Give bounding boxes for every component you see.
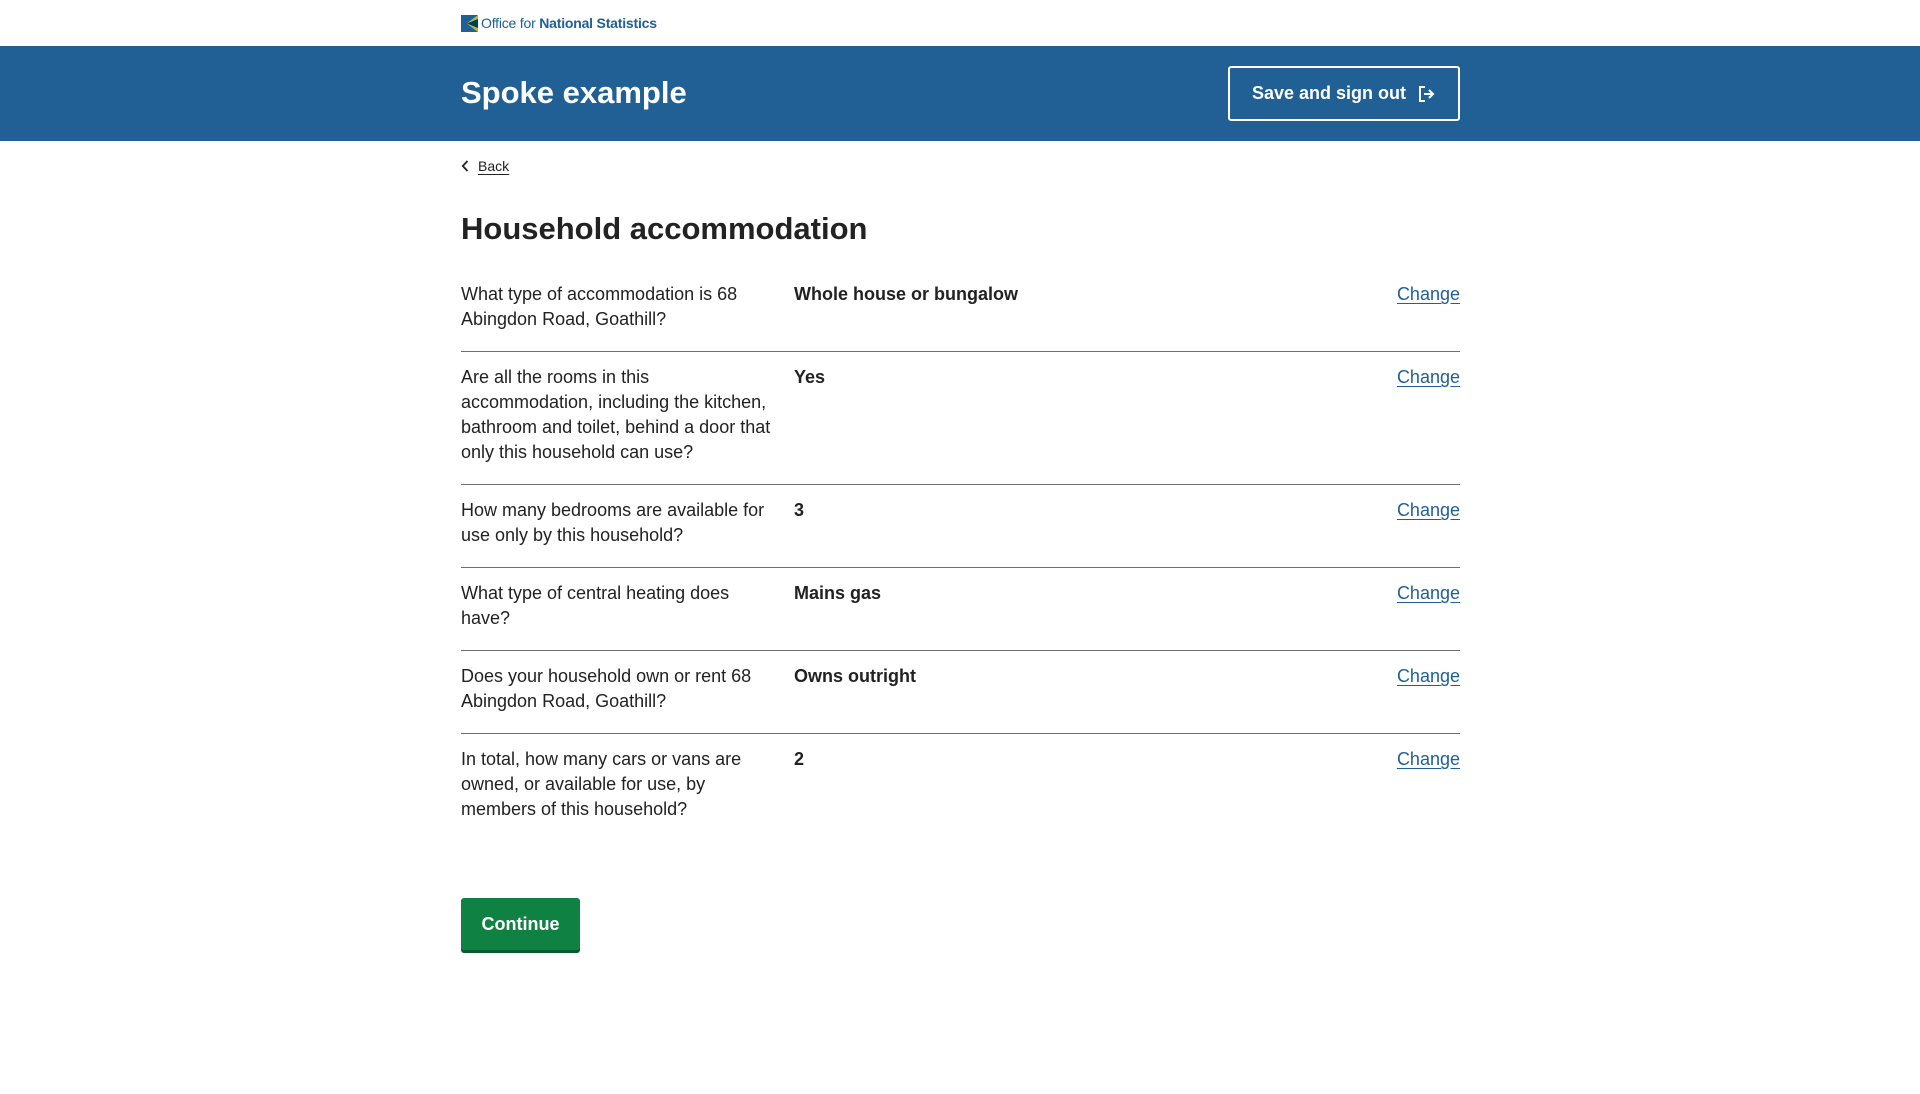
summary-row: In total, how many cars or vans are owne… xyxy=(461,734,1460,841)
masthead: Office for National Statistics xyxy=(0,0,1920,46)
summary-list: What type of accommodation is 68 Abingdo… xyxy=(461,269,1460,841)
summary-question: Are all the rooms in this accommodation,… xyxy=(461,367,771,462)
continue-button[interactable]: Continue xyxy=(461,898,580,950)
summary-row: How many bedrooms are available for use … xyxy=(461,485,1460,568)
change-link[interactable]: Change xyxy=(1397,500,1460,520)
logo-prefix: Office for xyxy=(481,15,540,31)
logo-strong: National Statistics xyxy=(539,15,657,31)
summary-answer: Whole house or bungalow xyxy=(794,284,1018,304)
change-link[interactable]: Change xyxy=(1397,367,1460,387)
save-and-sign-out-label: Save and sign out xyxy=(1251,83,1407,103)
summary-row: What type of central heating does have? … xyxy=(461,568,1460,651)
change-link[interactable]: Change xyxy=(1397,583,1460,603)
summary-answer: Mains gas xyxy=(794,583,882,603)
page-title: Household accommodation xyxy=(461,211,868,246)
summary-question: Does your household own or rent 68 Abing… xyxy=(461,666,752,711)
main-content: Back Household accommodation What type o… xyxy=(461,141,1460,950)
change-link[interactable]: Change xyxy=(1397,666,1460,686)
back-label: Back xyxy=(478,158,510,174)
summary-answer: 2 xyxy=(794,749,805,769)
summary-answer: Owns outright xyxy=(794,666,916,686)
header-bar: Spoke example Save and sign out xyxy=(0,46,1920,141)
exit-icon xyxy=(1419,85,1435,102)
summary-row: Are all the rooms in this accommodation,… xyxy=(461,352,1460,485)
ons-logo[interactable]: Office for National Statistics xyxy=(461,14,657,32)
back-link[interactable]: Back xyxy=(461,158,509,174)
service-title: Spoke example xyxy=(461,74,687,110)
summary-question: What type of accommodation is 68 Abingdo… xyxy=(461,284,738,329)
summary-question: How many bedrooms are available for use … xyxy=(461,500,765,545)
summary-question: In total, how many cars or vans are owne… xyxy=(461,749,742,819)
change-link[interactable]: Change xyxy=(1397,284,1460,304)
summary-row: Does your household own or rent 68 Abing… xyxy=(461,651,1460,734)
change-link[interactable]: Change xyxy=(1397,749,1460,769)
summary-row: What type of accommodation is 68 Abingdo… xyxy=(461,269,1460,352)
summary-question: What type of central heating does have? xyxy=(461,583,730,628)
summary-answer: 3 xyxy=(794,500,805,520)
ons-logo-icon xyxy=(461,14,478,32)
chevron-left-icon xyxy=(461,160,469,172)
summary-answer: Yes xyxy=(794,367,826,387)
save-and-sign-out-button[interactable]: Save and sign out xyxy=(1228,66,1460,121)
logo-text: Office for National Statistics xyxy=(481,15,657,31)
